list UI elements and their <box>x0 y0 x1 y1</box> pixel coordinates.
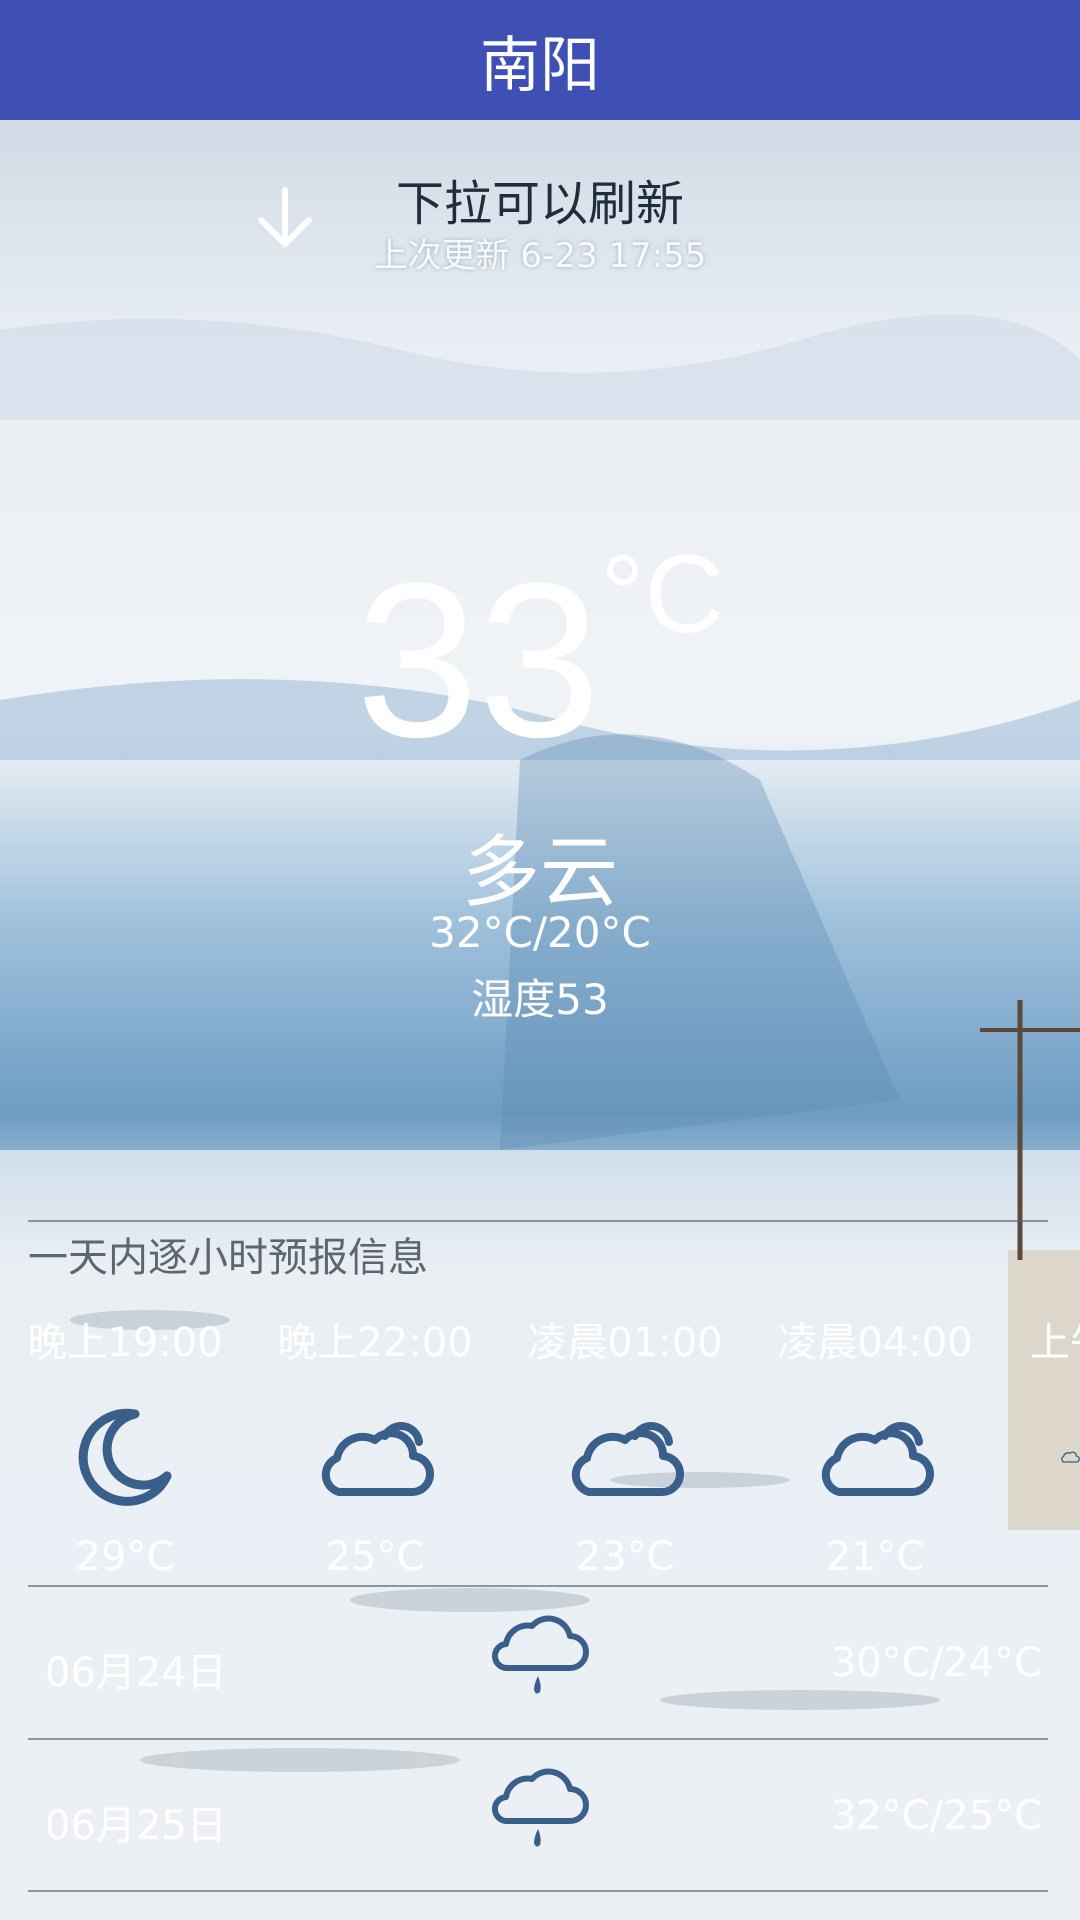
divider <box>28 1738 1048 1740</box>
rain-cloud-icon <box>492 1615 589 1694</box>
rain-cloud-icon <box>492 1768 589 1847</box>
temperature-range: 32°C/20°C <box>429 908 651 957</box>
cloud-icon <box>321 1422 435 1497</box>
divider <box>28 1585 1048 1587</box>
hourly-item[interactable]: 上午 <box>1000 1318 1080 1516</box>
daily-range: 32°C/25°C <box>830 1793 1042 1839</box>
hour-time: 凌晨01:00 <box>527 1320 723 1366</box>
daily-forecast-row[interactable]: 06月24日 30°C/24°C <box>0 1590 1080 1740</box>
hour-time: 晚上22:00 <box>277 1320 473 1366</box>
hour-temp: 21°C <box>825 1534 925 1580</box>
weather-condition: 多云 <box>461 828 618 918</box>
hourly-item[interactable]: 凌晨04:00 21°C <box>750 1318 1000 1580</box>
hour-temp: 29°C <box>75 1534 175 1580</box>
hour-time: 凌晨04:00 <box>777 1320 973 1366</box>
humidity: 湿度53 <box>471 975 609 1024</box>
hourly-item[interactable]: 凌晨01:00 23°C <box>500 1318 750 1580</box>
cloud-icon <box>571 1422 685 1497</box>
hourly-item[interactable]: 晚上19:00 29°C <box>0 1318 250 1580</box>
hour-temp: 25°C <box>325 1534 425 1580</box>
last-update-text: 上次更新 6-23 17:55 <box>373 236 707 276</box>
divider <box>28 1220 1048 1222</box>
hourly-section-title: 一天内逐小时预报信息 <box>28 1235 428 1281</box>
daily-forecast-row[interactable]: 06月25日 32°C/25°C <box>0 1743 1080 1893</box>
hour-temp: 23°C <box>575 1534 675 1580</box>
hourly-item[interactable]: 晚上22:00 25°C <box>250 1318 500 1580</box>
daily-range: 30°C/24°C <box>830 1640 1042 1686</box>
app-header: 南阳 <box>0 0 1080 120</box>
divider <box>28 1890 1048 1892</box>
cloud-icon <box>1061 1451 1080 1463</box>
pull-refresh-header[interactable]: 下拉可以刷新 上次更新 6-23 17:55 <box>0 160 1080 280</box>
daily-date: 06月24日 <box>45 1650 227 1696</box>
current-temperature: 33°C <box>0 537 1080 783</box>
daily-date: 06月25日 <box>45 1803 227 1849</box>
hour-time: 晚上19:00 <box>27 1320 223 1366</box>
cloud-icon <box>821 1422 935 1497</box>
moon-icon <box>78 1408 172 1506</box>
refresh-hint: 下拉可以刷新 <box>395 176 684 232</box>
city-title: 南阳 <box>480 30 600 101</box>
temperature-unit: °C <box>600 533 725 656</box>
temperature-value: 33 <box>355 537 601 783</box>
hour-time: 上午 <box>1030 1320 1080 1366</box>
